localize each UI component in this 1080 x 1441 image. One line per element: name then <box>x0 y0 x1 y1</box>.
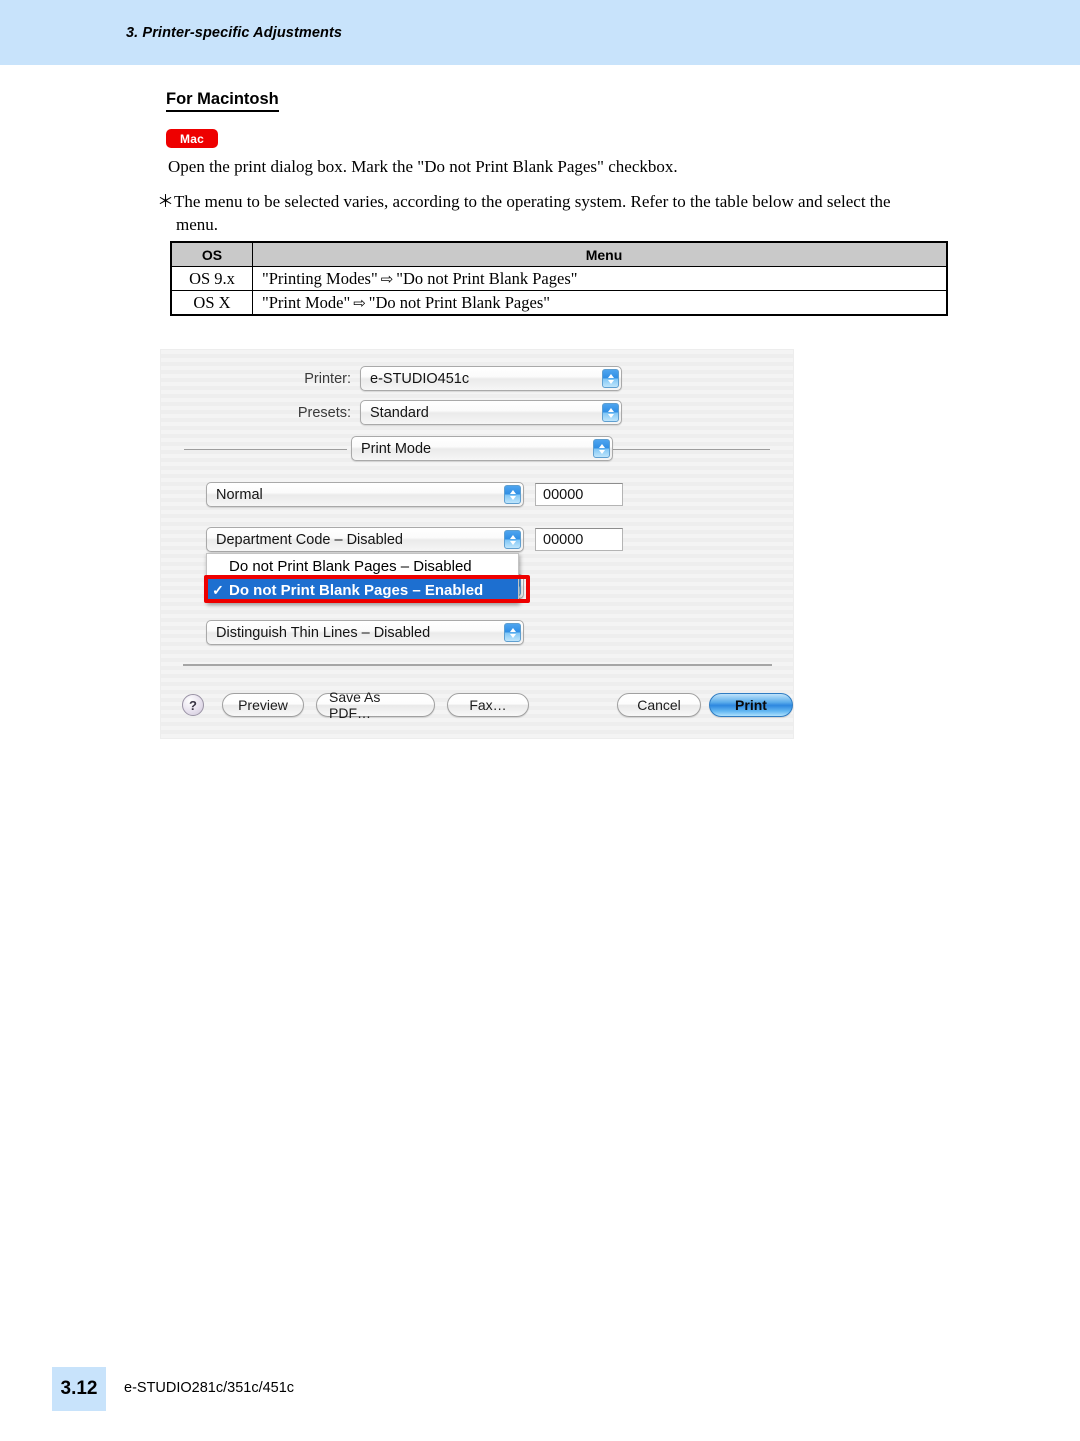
thin-lines-row: Distinguish Thin Lines – Disabled <box>206 620 524 645</box>
table-row: OS 9.x "Printing Modes" ⇨ "Do not Print Bl… <box>170 266 948 291</box>
menu-path-from: "Printing Modes" <box>262 268 378 288</box>
os-menu-table: OS Menu OS 9.x "Printing Modes" ⇨ "Do not … <box>170 241 948 316</box>
menu-path-to: "Do not Print Blank Pages" <box>396 268 578 288</box>
table-cell-os: OS X <box>170 290 253 316</box>
table-header-os: OS <box>170 241 253 267</box>
save-as-pdf-button[interactable]: Save As PDF… <box>316 689 435 721</box>
menu-path-to: "Do not Print Blank Pages" <box>368 292 550 312</box>
table-row: OS X "Print Mode" ⇨ "Do not Print Blank Pa… <box>170 290 948 316</box>
department-code-value: Department Code – Disabled <box>216 531 403 548</box>
presets-row: Presets: Standard <box>271 400 622 425</box>
thin-lines-popup-button[interactable]: Distinguish Thin Lines – Disabled <box>206 620 524 645</box>
print-quality-value: Normal <box>216 486 263 503</box>
print-quality-row: Normal 00000 <box>206 482 623 507</box>
help-button[interactable]: ? <box>182 694 204 716</box>
thin-lines-value: Distinguish Thin Lines – Disabled <box>216 624 431 641</box>
table-cell-os: OS 9.x <box>170 266 253 291</box>
menu-item-label: Do not Print Blank Pages – Disabled <box>229 557 472 575</box>
department-code-input[interactable]: 00000 <box>535 528 623 551</box>
printer-label: Printer: <box>304 370 351 387</box>
table-header-row: OS Menu <box>170 241 948 267</box>
department-code-popup-button[interactable]: Department Code – Disabled <box>206 527 524 552</box>
printer-row: Printer: e-STUDIO451c <box>271 366 622 391</box>
fax-button[interactable]: Fax… <box>447 693 529 717</box>
pane-popup-button[interactable]: Print Mode <box>351 436 613 461</box>
stepper-arrows-icon[interactable] <box>602 369 619 388</box>
pane-separator-right <box>613 449 770 450</box>
stepper-arrows-icon[interactable] <box>504 485 521 504</box>
button-bar-separator <box>183 664 772 666</box>
pane-value: Print Mode <box>361 440 432 457</box>
presets-value: Standard <box>370 404 429 421</box>
preview-button[interactable]: Preview <box>222 693 304 717</box>
blank-pages-open-menu[interactable]: Do not Print Blank Pages – Disabled ✓ Do… <box>206 553 519 603</box>
note-text-line1: ＊The menu to be selected varies, accordi… <box>157 192 891 211</box>
page-number: 3.12 <box>52 1367 106 1411</box>
platform-badge-mac: Mac <box>166 129 218 148</box>
stepper-arrows-icon[interactable] <box>504 530 521 549</box>
pane-selector-row: Print Mode <box>351 436 613 461</box>
menu-checkmark-icon: ✓ <box>212 581 224 598</box>
instruction-text: Open the print dialog box. Mark the "Do … <box>168 157 678 176</box>
menu-path-from: "Print Mode" <box>262 292 351 312</box>
print-button[interactable]: Print <box>709 693 793 717</box>
arrow-right-icon: ⇨ <box>380 271 394 288</box>
stepper-arrows-icon[interactable] <box>593 439 610 458</box>
arrow-right-icon: ⇨ <box>353 295 366 312</box>
table-cell-menu: "Printing Modes" ⇨ "Do not Print Blank Pag… <box>252 266 948 291</box>
department-code-row: Department Code – Disabled 00000 <box>206 527 623 552</box>
presets-label: Presets: <box>297 404 351 421</box>
menu-item-blank-pages-enabled[interactable]: ✓ Do not Print Blank Pages – Enabled <box>207 578 518 602</box>
dialog-button-bar: ? Preview Save As PDF… Fax… Cancel Print <box>182 689 793 721</box>
print-quality-popup-button[interactable]: Normal <box>206 482 524 507</box>
stepper-arrows-icon[interactable] <box>504 623 521 642</box>
printer-popup-button[interactable]: e-STUDIO451c <box>360 366 622 391</box>
mac-print-dialog-figure: Printer: e-STUDIO451c Presets: Standard … <box>161 350 793 738</box>
product-model: e-STUDIO281c/351c/451c <box>124 1380 295 1396</box>
menu-item-label: Do not Print Blank Pages – Enabled <box>229 581 484 599</box>
table-cell-menu: "Print Mode" ⇨ "Do not Print Blank Pages" <box>252 290 948 316</box>
cancel-button[interactable]: Cancel <box>617 693 701 717</box>
table-header-menu: Menu <box>252 241 948 267</box>
section-heading: For Macintosh <box>166 90 279 112</box>
presets-popup-button[interactable]: Standard <box>360 400 622 425</box>
stepper-arrows-icon[interactable] <box>602 403 619 422</box>
note-text-line2: menu. <box>176 215 219 234</box>
print-quality-input[interactable]: 00000 <box>535 483 623 506</box>
printer-value: e-STUDIO451c <box>370 370 470 387</box>
chapter-title: 3. Printer-specific Adjustments <box>126 25 343 41</box>
pane-separator-left <box>184 449 347 450</box>
menu-item-blank-pages-disabled[interactable]: Do not Print Blank Pages – Disabled <box>207 554 518 578</box>
